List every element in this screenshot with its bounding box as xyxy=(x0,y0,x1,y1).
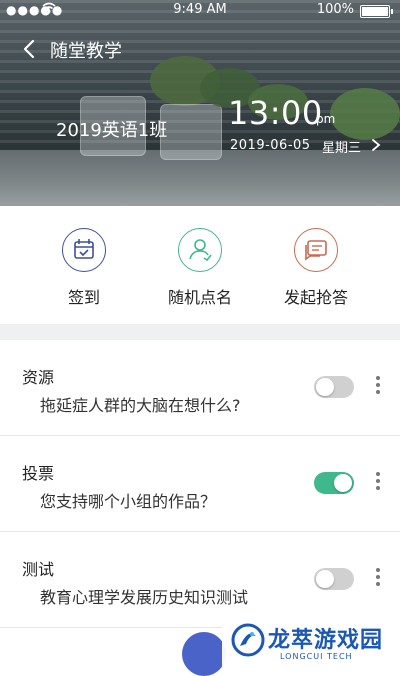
item-category: 投票 xyxy=(22,464,55,483)
hero-banner: ●●●●● 9:49 AM 100% 随堂教学 2019英语1班 13:00 p… xyxy=(0,0,400,206)
item-text: 您支持哪个小组的作品？ xyxy=(40,492,217,511)
user-random-icon xyxy=(178,228,222,272)
clock-ampm: pm xyxy=(316,112,336,126)
watermark-logo: 龙萃游戏园 LONGCUI TECH xyxy=(222,614,400,667)
publish-toggle[interactable] xyxy=(314,376,354,398)
plant-image xyxy=(330,88,400,140)
publish-toggle[interactable] xyxy=(314,472,354,494)
more-options-icon[interactable] xyxy=(376,568,380,588)
chevron-right-icon[interactable] xyxy=(370,138,382,152)
checkin-button[interactable]: 签到 xyxy=(24,228,144,308)
activity-list: 资源 拖延症人群的大脑在想什么? 投票 您支持哪个小组的作品？ 测试 教育心理学… xyxy=(0,340,400,628)
random-call-label: 随机点名 xyxy=(167,288,232,307)
quick-answer-label: 发起抢答 xyxy=(283,288,348,307)
plant-pot-image xyxy=(160,104,222,160)
random-call-button[interactable]: 随机点名 xyxy=(140,228,260,308)
more-options-icon[interactable] xyxy=(376,472,380,492)
calendar-check-icon xyxy=(62,228,106,272)
class-name: 2019英语1班 xyxy=(56,120,168,141)
item-category: 测试 xyxy=(22,560,55,579)
battery-icon xyxy=(360,5,393,18)
status-bar: ●●●●● 9:49 AM 100% xyxy=(0,0,400,20)
item-category: 资源 xyxy=(22,368,55,387)
back-arrow-icon[interactable] xyxy=(18,37,42,61)
watermark-text: 龙萃游戏园 xyxy=(268,628,384,653)
checkin-label: 签到 xyxy=(67,288,100,307)
section-divider xyxy=(0,324,400,340)
action-row: 签到 随机点名 发起抢答 xyxy=(0,206,400,324)
publish-toggle[interactable] xyxy=(314,568,354,590)
date-text: 2019-06-05 xyxy=(230,138,311,153)
item-text: 拖延症人群的大脑在想什么? xyxy=(40,396,241,415)
list-item-resource[interactable]: 资源 拖延症人群的大脑在想什么? xyxy=(0,340,400,436)
quick-answer-button[interactable]: 发起抢答 xyxy=(256,228,376,308)
add-button[interactable] xyxy=(182,632,226,676)
page-title: 随堂教学 xyxy=(50,41,122,62)
dragon-logo-icon xyxy=(231,623,265,657)
nav-bar: 随堂教学 xyxy=(0,34,400,64)
battery-percent: 100% xyxy=(316,2,354,17)
message-icon xyxy=(294,228,338,272)
more-options-icon[interactable] xyxy=(376,376,380,396)
clock-time: 13:00 xyxy=(228,94,323,132)
weekday-text[interactable]: 星期三 xyxy=(322,137,361,156)
watermark-subtext: LONGCUI TECH xyxy=(280,652,353,661)
list-item-vote[interactable]: 投票 您支持哪个小组的作品？ xyxy=(0,436,400,532)
item-text: 教育心理学发展历史知识测试 xyxy=(40,588,249,607)
